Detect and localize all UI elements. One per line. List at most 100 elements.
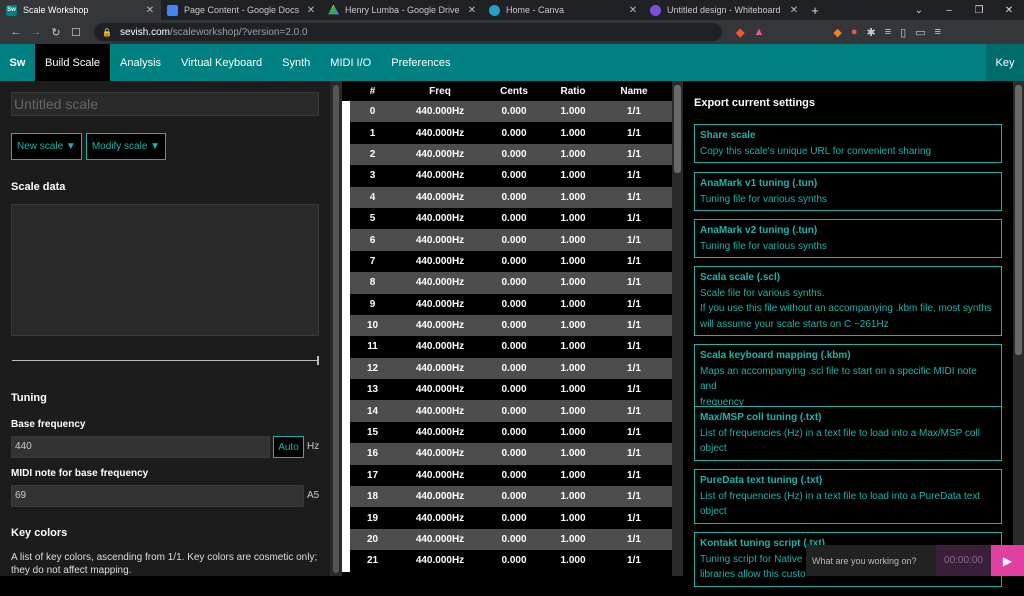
close-tab-icon[interactable]: ✕	[628, 5, 638, 16]
nav-preferences[interactable]: Preferences	[381, 44, 460, 81]
export-card[interactable]: Share scale Copy this scale's unique URL …	[694, 124, 1002, 163]
table-row[interactable]: 5 440.000Hz 0.000 1.000 1/1	[342, 207, 672, 230]
row-cents: 0.000	[501, 234, 527, 246]
table-body: 0 440.000Hz 0.000 1.000 1/1 1 440.000Hz 0.000 1.…	[342, 101, 672, 572]
chevron-down-icon[interactable]: ⌄	[904, 5, 934, 16]
table-row[interactable]: 6 440.000Hz 0.000 1.000 1/1	[342, 229, 672, 251]
reload-icon[interactable]: ↻	[46, 26, 66, 39]
nav-synth[interactable]: Synth	[272, 44, 320, 81]
export-card[interactable]: AnaMark v2 tuning (.tun) Tuning file for …	[694, 219, 1002, 258]
row-number: 13	[366, 384, 379, 396]
modify-scale-button[interactable]: Modify scale ▼	[85, 133, 167, 160]
table-row[interactable]: 7 440.000Hz 0.000 1.000 1/1	[342, 250, 672, 273]
scrollbar-thumb[interactable]	[333, 85, 339, 573]
browser-tab-whiteboard[interactable]: Untitled design - Whiteboard ✕	[644, 0, 805, 20]
midi-note-input[interactable]: 69	[11, 485, 304, 507]
playlist-icon[interactable]: ≡	[885, 26, 891, 38]
row-cents: 0.000	[501, 362, 527, 374]
scrollbar-thumb[interactable]	[674, 85, 681, 173]
table-row[interactable]: 19 440.000Hz 0.000 1.000 1/1	[342, 507, 672, 529]
table-row[interactable]: 4 440.000Hz 0.000 1.000 1/1	[342, 186, 672, 208]
sidebar-icon[interactable]: ▯	[900, 26, 906, 39]
table-row[interactable]: 11 440.000Hz 0.000 1.000 1/1	[342, 336, 672, 358]
auto-frequency-button[interactable]: Auto	[273, 436, 304, 458]
base-frequency-input[interactable]: 440	[11, 436, 270, 458]
table-row[interactable]: 3 440.000Hz 0.000 1.000 1/1	[342, 165, 672, 187]
row-number: 0	[369, 106, 376, 118]
minimize-icon[interactable]: –	[934, 5, 964, 16]
address-bar[interactable]: 🔒 sevish.com /scaleworkshop/?version=2.0…	[94, 23, 1013, 596]
puzzle-icon[interactable]: ✱	[866, 26, 875, 39]
export-card[interactable]: Scala scale (.scl) Scale file for various…	[694, 266, 1002, 336]
table-row[interactable]: 12 440.000Hz 0.000 1.000 1/1	[342, 357, 672, 380]
export-card[interactable]: Scala keyboard mapping (.kbm) Maps an acc…	[694, 344, 1002, 414]
table-scrollbar[interactable]	[672, 81, 683, 576]
table-row[interactable]: 20 440.000Hz 0.000 1.000 1/1	[342, 528, 672, 551]
row-name: 1/1	[627, 384, 641, 396]
brave-shield-icon[interactable]: ◆	[736, 26, 744, 39]
scrollbar-thumb[interactable]	[1015, 85, 1022, 355]
nav-build-scale[interactable]: Build Scale	[35, 44, 111, 81]
key-color-marker	[342, 186, 350, 208]
menu-icon[interactable]: ≡	[935, 26, 941, 38]
table-row[interactable]: 2 440.000Hz 0.000 1.000 1/1	[342, 143, 672, 166]
row-cents: 0.000	[501, 277, 527, 289]
play-icon[interactable]: ▶	[991, 545, 1024, 576]
table-row[interactable]: 10 440.000Hz 0.000 1.000 1/1	[342, 314, 672, 337]
table-row[interactable]: 13 440.000Hz 0.000 1.000 1/1	[342, 379, 672, 401]
new-tab-icon[interactable]: +	[805, 0, 825, 20]
row-ratio: 1.000	[560, 512, 586, 524]
left-scrollbar[interactable]	[330, 81, 342, 576]
nav-analysis[interactable]: Analysis	[110, 44, 171, 81]
app-logo[interactable]: Sw	[0, 44, 35, 81]
extension-icon[interactable]: ●	[851, 26, 858, 38]
scale-title-input[interactable]: Untitled scale	[11, 92, 319, 116]
new-scale-button[interactable]: New scale ▼	[11, 133, 82, 160]
task-input[interactable]: What are you working on?	[806, 545, 936, 576]
table-row[interactable]: 16 440.000Hz 0.000 1.000 1/1	[342, 443, 672, 465]
key-color-marker	[342, 314, 350, 337]
table-row[interactable]: 17 440.000Hz 0.000 1.000 1/1	[342, 464, 672, 487]
export-panel: Export current settings Share scale Copy …	[683, 81, 1013, 587]
close-tab-icon[interactable]: ✕	[467, 5, 477, 16]
table-row[interactable]: 21 440.000Hz 0.000 1.000 1/1	[342, 550, 672, 572]
close-tab-icon[interactable]: ✕	[306, 5, 316, 16]
wallet-icon[interactable]: ▭	[915, 26, 925, 39]
table-row[interactable]: 9 440.000Hz 0.000 1.000 1/1	[342, 293, 672, 315]
restore-icon[interactable]: ❐	[964, 5, 994, 16]
close-tab-icon[interactable]: ✕	[145, 5, 155, 16]
export-scrollbar[interactable]	[1013, 81, 1024, 576]
close-tab-icon[interactable]: ✕	[789, 5, 799, 16]
table-row[interactable]: 8 440.000Hz 0.000 1.000 1/1	[342, 272, 672, 294]
scale-data-textarea[interactable]	[11, 204, 319, 336]
table-row[interactable]: 15 440.000Hz 0.000 1.000 1/1	[342, 421, 672, 444]
table-row[interactable]: 0 440.000Hz 0.000 1.000 1/1	[342, 101, 672, 123]
close-window-icon[interactable]: ✕	[994, 5, 1024, 16]
table-row[interactable]: 14 440.000Hz 0.000 1.000 1/1	[342, 400, 672, 422]
bookmark-icon[interactable]: ☐	[66, 26, 86, 39]
browser-tab-google-docs[interactable]: Page Content - Google Docs ✕	[161, 0, 322, 20]
browser-tab-canva-home[interactable]: Home - Canva ✕	[483, 0, 644, 20]
forward-icon[interactable]: →	[26, 26, 46, 38]
table-row[interactable]: 1 440.000Hz 0.000 1.000 1/1	[342, 122, 672, 144]
metamask-icon[interactable]: ◆	[833, 26, 841, 39]
browser-tab-scale-workshop[interactable]: Sw Scale Workshop ✕	[0, 0, 161, 20]
row-ratio: 1.000	[560, 534, 586, 545]
export-card[interactable]: AnaMark v1 tuning (.tun) Tuning file for …	[694, 172, 1002, 211]
nav-midi-io[interactable]: MIDI I/O	[320, 44, 381, 81]
slider-knob[interactable]	[317, 356, 319, 365]
export-card[interactable]: PureData text tuning (.txt) List of frequ…	[694, 469, 1002, 524]
row-number: 19	[366, 512, 379, 524]
row-number: 3	[369, 170, 376, 182]
brave-rewards-icon[interactable]: ▲	[753, 26, 764, 38]
export-card[interactable]: Max/MSP coll tuning (.txt) List of freque…	[694, 406, 1002, 461]
key-button[interactable]: Key	[986, 44, 1024, 81]
back-icon[interactable]: ←	[6, 26, 26, 38]
scale-divider-slider[interactable]	[12, 356, 319, 365]
nav-virtual-keyboard[interactable]: Virtual Keyboard	[171, 44, 272, 81]
browser-tab-google-drive[interactable]: Henry Lumba - Google Drive ✕	[322, 0, 483, 20]
url-path: /scaleworkshop/?version=2.0.0	[169, 26, 308, 38]
row-freq: 440.000Hz	[415, 427, 465, 439]
row-cents: 0.000	[501, 106, 527, 118]
table-row[interactable]: 18 440.000Hz 0.000 1.000 1/1	[342, 486, 672, 508]
